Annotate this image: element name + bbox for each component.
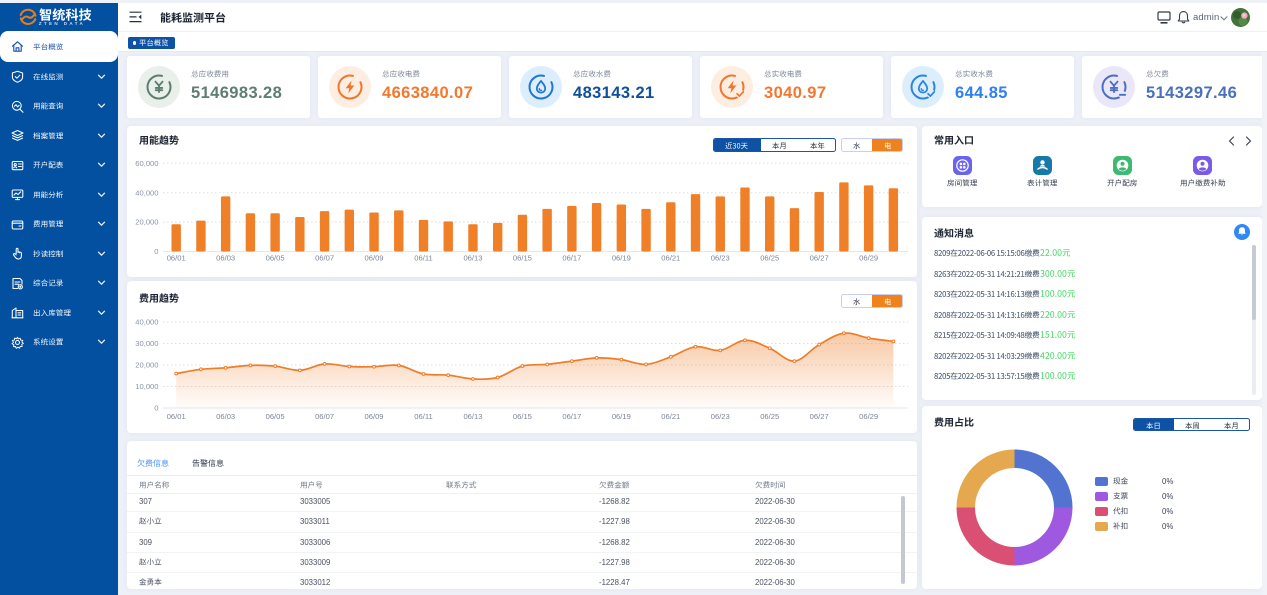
svg-text:06/25: 06/25 (760, 412, 779, 421)
svg-text:06/07: 06/07 (315, 412, 334, 421)
svg-text:40,000: 40,000 (135, 188, 158, 197)
svg-text:06/15: 06/15 (513, 412, 532, 421)
svg-text:06/27: 06/27 (810, 253, 829, 262)
svg-text:0: 0 (154, 247, 158, 256)
svg-text:10,000: 10,000 (135, 382, 158, 391)
svg-text:06/17: 06/17 (562, 253, 581, 262)
svg-text:30,000: 30,000 (135, 339, 158, 348)
svg-text:06/21: 06/21 (661, 412, 680, 421)
svg-text:06/21: 06/21 (661, 253, 680, 262)
svg-text:06/13: 06/13 (463, 412, 482, 421)
svg-text:06/17: 06/17 (562, 412, 581, 421)
svg-text:0: 0 (154, 404, 158, 413)
svg-text:06/05: 06/05 (266, 412, 285, 421)
svg-text:06/03: 06/03 (216, 253, 235, 262)
svg-text:06/01: 06/01 (167, 253, 186, 262)
svg-text:06/19: 06/19 (612, 412, 631, 421)
svg-text:06/09: 06/09 (365, 253, 384, 262)
svg-text:06/01: 06/01 (167, 412, 186, 421)
svg-text:20,000: 20,000 (135, 361, 158, 370)
svg-text:06/27: 06/27 (810, 412, 829, 421)
svg-text:06/23: 06/23 (711, 253, 730, 262)
svg-text:06/19: 06/19 (612, 253, 631, 262)
svg-text:06/29: 06/29 (859, 412, 878, 421)
svg-text:06/29: 06/29 (859, 253, 878, 262)
svg-text:06/23: 06/23 (711, 412, 730, 421)
svg-text:06/13: 06/13 (463, 253, 482, 262)
svg-text:06/11: 06/11 (414, 412, 432, 421)
svg-text:06/05: 06/05 (266, 253, 285, 262)
svg-text:60,000: 60,000 (135, 159, 158, 168)
svg-text:06/25: 06/25 (760, 253, 779, 262)
svg-text:06/11: 06/11 (414, 253, 432, 262)
svg-text:40,000: 40,000 (135, 318, 158, 327)
svg-text:20,000: 20,000 (135, 218, 158, 227)
svg-text:06/15: 06/15 (513, 253, 532, 262)
svg-text:06/09: 06/09 (365, 412, 384, 421)
svg-text:06/07: 06/07 (315, 253, 334, 262)
svg-text:06/03: 06/03 (216, 412, 235, 421)
